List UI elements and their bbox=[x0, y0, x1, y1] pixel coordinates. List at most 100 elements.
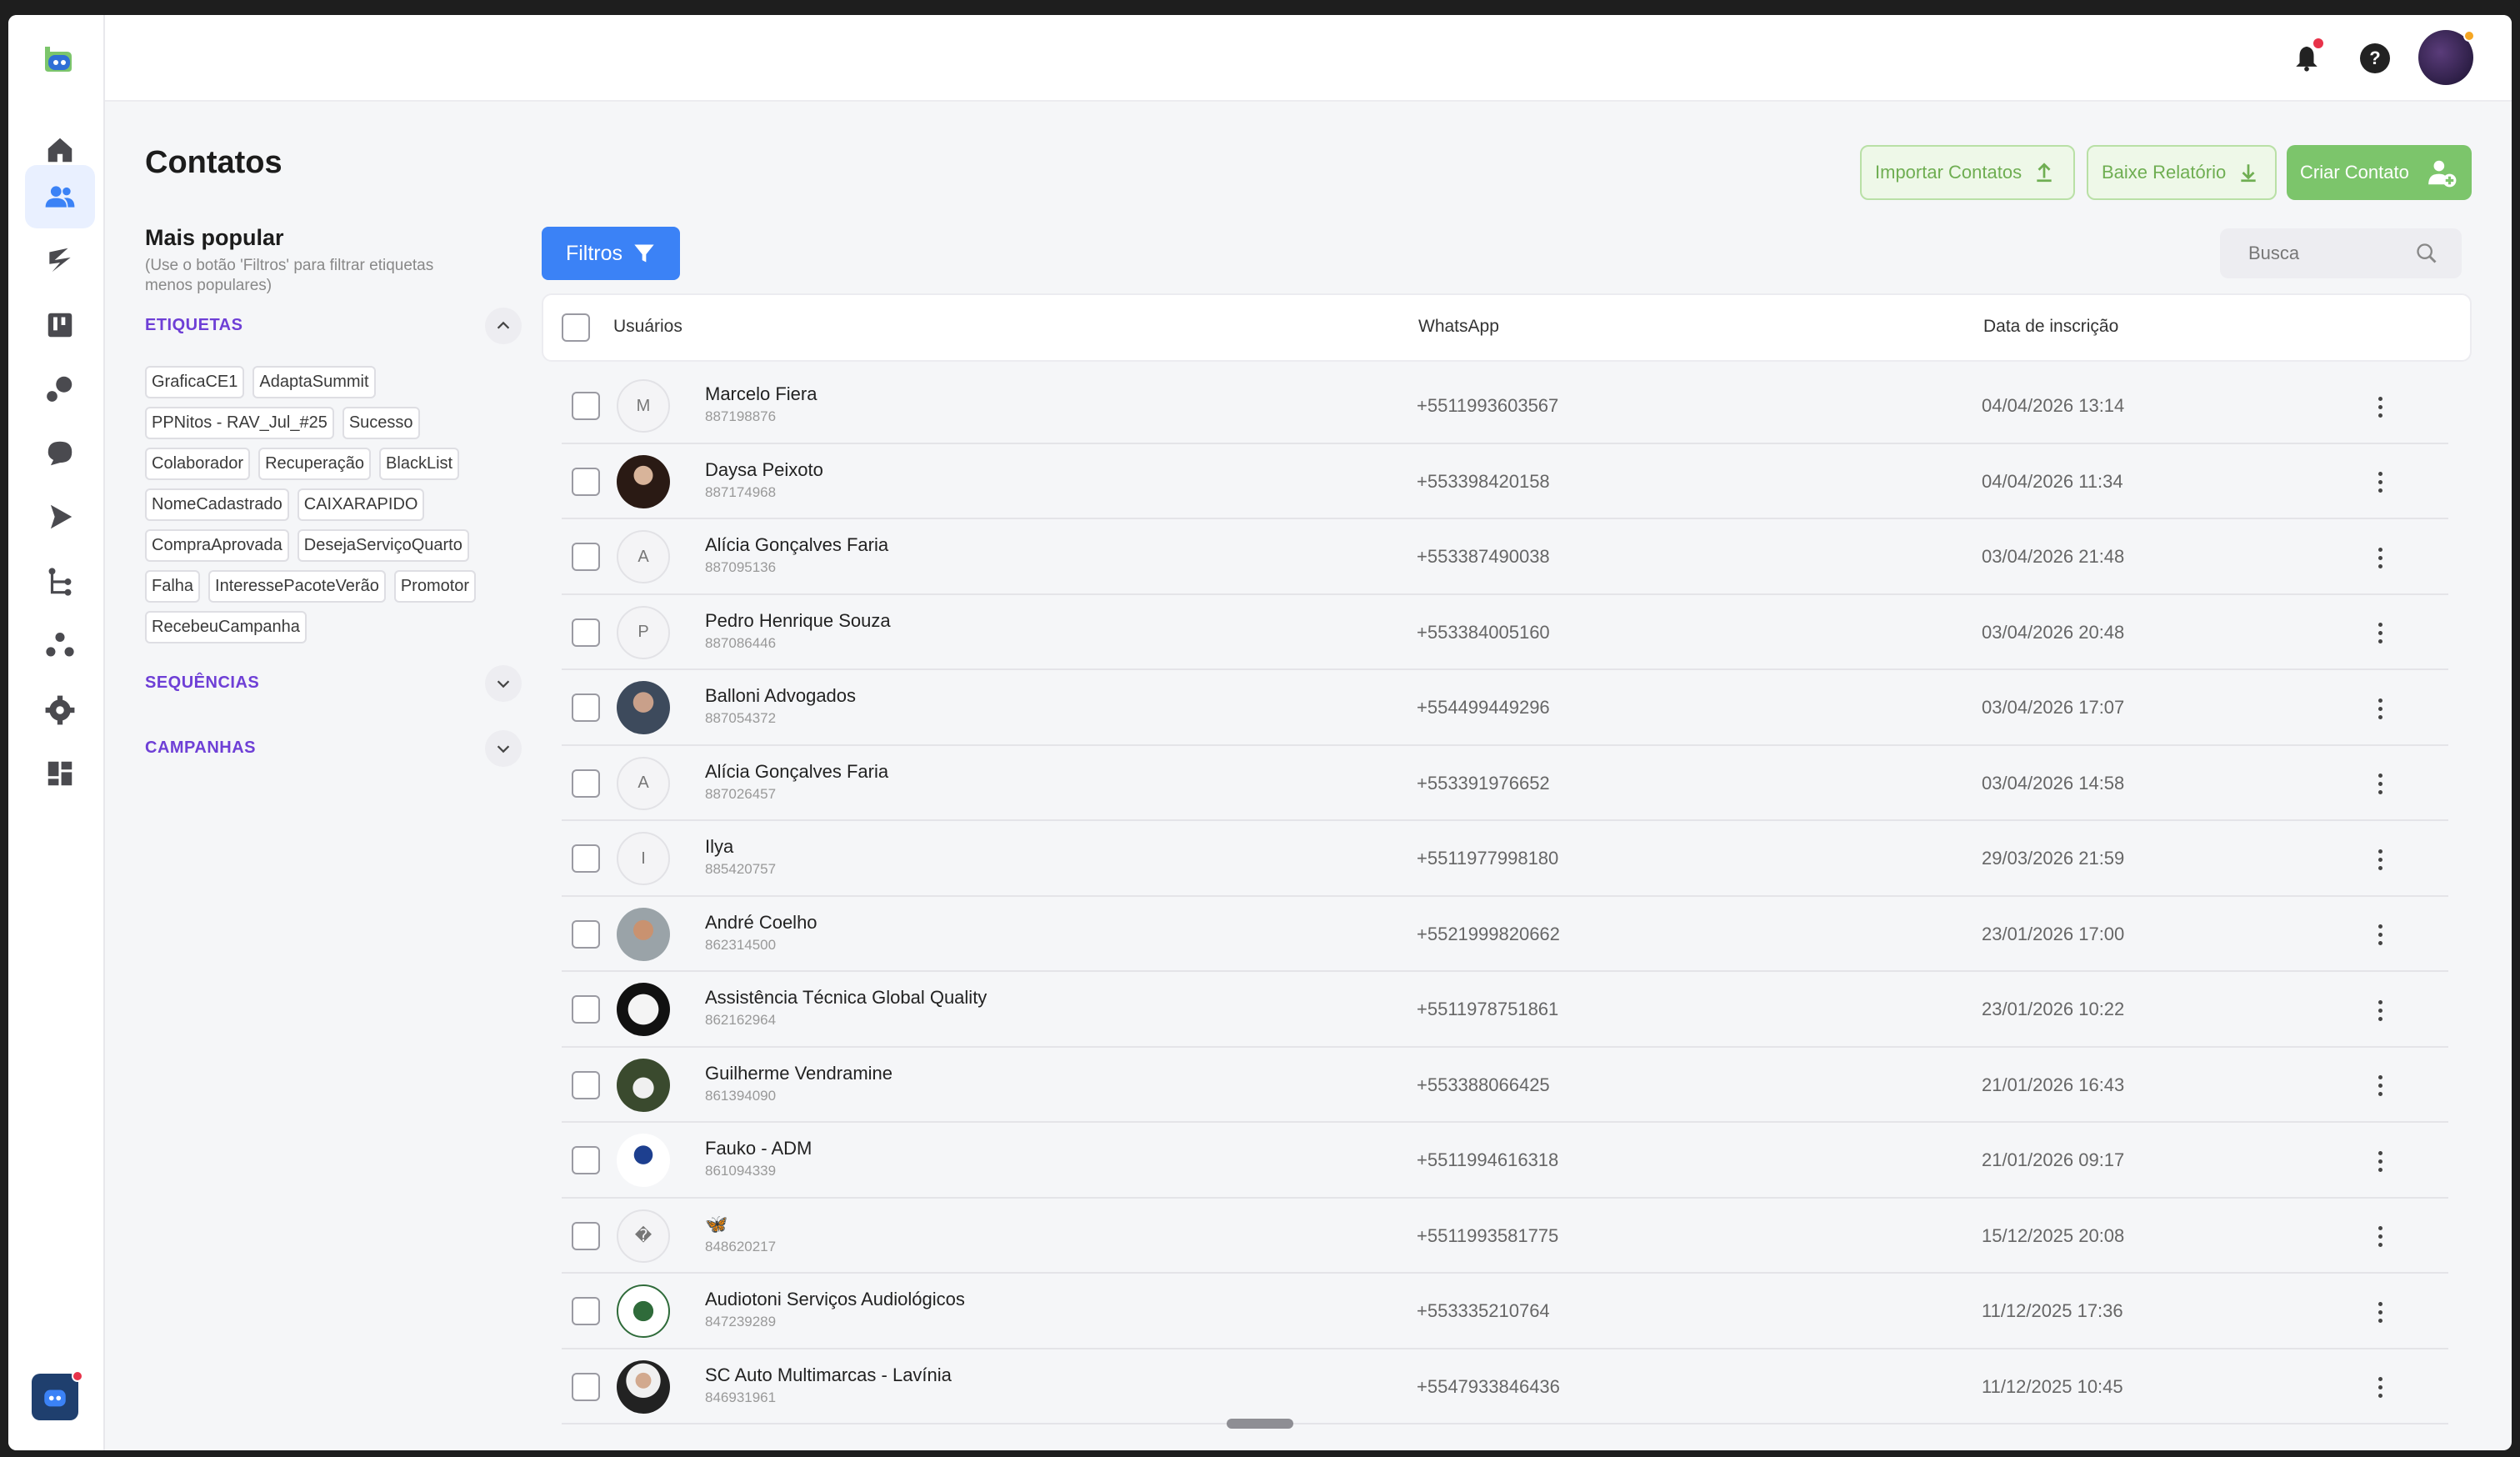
expand-campaigns-button[interactable] bbox=[485, 730, 522, 767]
row-checkbox[interactable] bbox=[572, 543, 600, 571]
table-row[interactable]: M Marcelo Fiera 887198876 +5511993603567… bbox=[562, 368, 2448, 444]
nav-funnels[interactable] bbox=[25, 228, 95, 292]
download-report-button[interactable]: Baixe Relatório bbox=[2087, 145, 2277, 200]
contact-name[interactable]: 🦋 bbox=[705, 1214, 728, 1235]
table-row[interactable]: Daysa Peixoto 887174968 +553398420158 04… bbox=[562, 444, 2448, 519]
collapse-tags-button[interactable] bbox=[485, 308, 522, 344]
tag-chip[interactable]: CompraAprovada bbox=[145, 529, 289, 562]
table-row[interactable]: Assistência Técnica Global Quality 86216… bbox=[562, 972, 2448, 1048]
nav-kanban[interactable] bbox=[25, 293, 95, 357]
table-row[interactable]: Guilherme Vendramine 861394090 +55338806… bbox=[562, 1048, 2448, 1123]
row-menu-button[interactable] bbox=[2370, 617, 2390, 650]
nav-integrations[interactable] bbox=[25, 357, 95, 420]
contact-name[interactable]: Alícia Gonçalves Faria bbox=[705, 761, 888, 783]
row-menu-button[interactable] bbox=[2370, 1371, 2390, 1404]
row-checkbox[interactable] bbox=[572, 1372, 600, 1401]
column-signup-date[interactable]: Data de inscrição bbox=[1983, 317, 2118, 337]
contact-name[interactable]: Marcelo Fiera bbox=[705, 383, 817, 405]
row-checkbox[interactable] bbox=[572, 769, 600, 798]
tag-chip[interactable]: RecebeuCampanha bbox=[145, 611, 307, 643]
tag-chip[interactable]: Promotor bbox=[393, 570, 477, 603]
import-contacts-button[interactable]: Importar Contatos bbox=[1860, 145, 2075, 200]
table-row[interactable]: � 🦋 848620217 +5511993581775 15/12/2025 … bbox=[562, 1199, 2448, 1274]
row-checkbox[interactable] bbox=[572, 995, 600, 1024]
row-menu-button[interactable] bbox=[2370, 692, 2390, 725]
row-menu-button[interactable] bbox=[2370, 919, 2390, 952]
column-whatsapp[interactable]: WhatsApp bbox=[1418, 317, 1499, 337]
contact-name[interactable]: Balloni Advogados bbox=[705, 685, 856, 707]
scroll-handle[interactable] bbox=[1227, 1419, 1293, 1429]
tag-chip[interactable]: PPNitos - RAV_Jul_#25 bbox=[145, 407, 334, 439]
table-row[interactable]: Audiotoni Serviços Audiológicos 84723928… bbox=[562, 1274, 2448, 1349]
row-checkbox[interactable] bbox=[572, 1297, 600, 1325]
row-menu-button[interactable] bbox=[2370, 390, 2390, 423]
user-avatar[interactable] bbox=[2418, 30, 2475, 85]
row-menu-button[interactable] bbox=[2370, 541, 2390, 574]
app-logo-icon[interactable] bbox=[40, 43, 75, 75]
row-menu-button[interactable] bbox=[2370, 1144, 2390, 1178]
nav-flows[interactable] bbox=[25, 550, 95, 613]
table-row[interactable]: SC Auto Multimarcas - Lavínia 846931961 … bbox=[562, 1349, 2448, 1424]
row-checkbox[interactable] bbox=[572, 1221, 600, 1250]
tag-chip[interactable]: Colaborador bbox=[145, 448, 251, 480]
tag-chip[interactable]: GraficaCE1 bbox=[145, 366, 245, 398]
table-row[interactable]: Balloni Advogados 887054372 +55449944929… bbox=[562, 670, 2448, 746]
support-chat-button[interactable] bbox=[32, 1370, 83, 1420]
sequences-section-header[interactable]: SEQUÊNCIAS bbox=[145, 662, 522, 703]
row-checkbox[interactable] bbox=[572, 844, 600, 873]
select-all-checkbox[interactable] bbox=[562, 313, 590, 342]
tags-section-header[interactable]: ETIQUETAS bbox=[145, 304, 522, 346]
row-checkbox[interactable] bbox=[572, 392, 600, 420]
row-checkbox[interactable] bbox=[572, 1146, 600, 1174]
contact-name[interactable]: Assistência Técnica Global Quality bbox=[705, 987, 987, 1009]
tag-chip[interactable]: AdaptaSummit bbox=[252, 366, 376, 398]
contact-name[interactable]: Fauko - ADM bbox=[705, 1138, 812, 1159]
table-row[interactable]: Fauko - ADM 861094339 +5511994616318 21/… bbox=[562, 1123, 2448, 1199]
contact-name[interactable]: Alícia Gonçalves Faria bbox=[705, 534, 888, 556]
row-checkbox[interactable] bbox=[572, 693, 600, 722]
notifications-button[interactable] bbox=[2290, 38, 2323, 75]
filters-button[interactable]: Filtros bbox=[542, 227, 680, 280]
contact-name[interactable]: André Coelho bbox=[705, 912, 818, 934]
nav-team[interactable] bbox=[25, 613, 95, 677]
contact-name[interactable]: Daysa Peixoto bbox=[705, 459, 823, 481]
row-menu-button[interactable] bbox=[2370, 466, 2390, 499]
row-menu-button[interactable] bbox=[2370, 768, 2390, 801]
contact-name[interactable]: Ilya bbox=[705, 836, 733, 858]
nav-chat[interactable] bbox=[25, 422, 95, 485]
row-menu-button[interactable] bbox=[2370, 1295, 2390, 1329]
table-row[interactable]: P Pedro Henrique Souza 887086446 +553384… bbox=[562, 595, 2448, 670]
contact-name[interactable]: Guilherme Vendramine bbox=[705, 1063, 892, 1084]
row-checkbox[interactable] bbox=[572, 919, 600, 949]
tag-chip[interactable]: DesejaServiçoQuarto bbox=[297, 529, 469, 562]
nav-settings[interactable] bbox=[25, 678, 95, 742]
row-menu-button[interactable] bbox=[2370, 1069, 2390, 1103]
nav-dashboard[interactable] bbox=[25, 742, 95, 805]
help-button[interactable]: ? bbox=[2358, 42, 2392, 75]
expand-sequences-button[interactable] bbox=[485, 665, 522, 702]
contact-name[interactable]: SC Auto Multimarcas - Lavínia bbox=[705, 1364, 952, 1386]
search-icon[interactable] bbox=[2415, 242, 2438, 265]
tag-chip[interactable]: NomeCadastrado bbox=[145, 488, 289, 521]
tag-chip[interactable]: BlackList bbox=[379, 448, 460, 480]
table-row[interactable]: A Alícia Gonçalves Faria 887026457 +5533… bbox=[562, 746, 2448, 821]
tag-chip[interactable]: InteressePacoteVerão bbox=[208, 570, 386, 603]
row-checkbox[interactable] bbox=[572, 467, 600, 496]
row-menu-button[interactable] bbox=[2370, 994, 2390, 1027]
nav-broadcast[interactable] bbox=[25, 485, 95, 548]
row-menu-button[interactable] bbox=[2370, 1220, 2390, 1254]
table-row[interactable]: André Coelho 862314500 +5521999820662 23… bbox=[562, 897, 2448, 972]
search-input[interactable] bbox=[2248, 243, 2415, 264]
contact-name[interactable]: Audiotoni Serviços Audiológicos bbox=[705, 1289, 965, 1310]
tag-chip[interactable]: CAIXARAPIDO bbox=[297, 488, 425, 521]
row-checkbox[interactable] bbox=[572, 618, 600, 647]
campaigns-section-header[interactable]: CAMPANHAS bbox=[145, 727, 522, 769]
row-menu-button[interactable] bbox=[2370, 843, 2390, 876]
create-contact-button[interactable]: Criar Contato bbox=[2287, 145, 2472, 200]
nav-contacts[interactable] bbox=[25, 165, 95, 228]
tag-chip[interactable]: Falha bbox=[145, 570, 201, 603]
row-checkbox[interactable] bbox=[572, 1070, 600, 1099]
tag-chip[interactable]: Sucesso bbox=[342, 407, 420, 439]
contact-name[interactable]: Pedro Henrique Souza bbox=[705, 610, 891, 632]
table-row[interactable]: A Alícia Gonçalves Faria 887095136 +5533… bbox=[562, 519, 2448, 595]
